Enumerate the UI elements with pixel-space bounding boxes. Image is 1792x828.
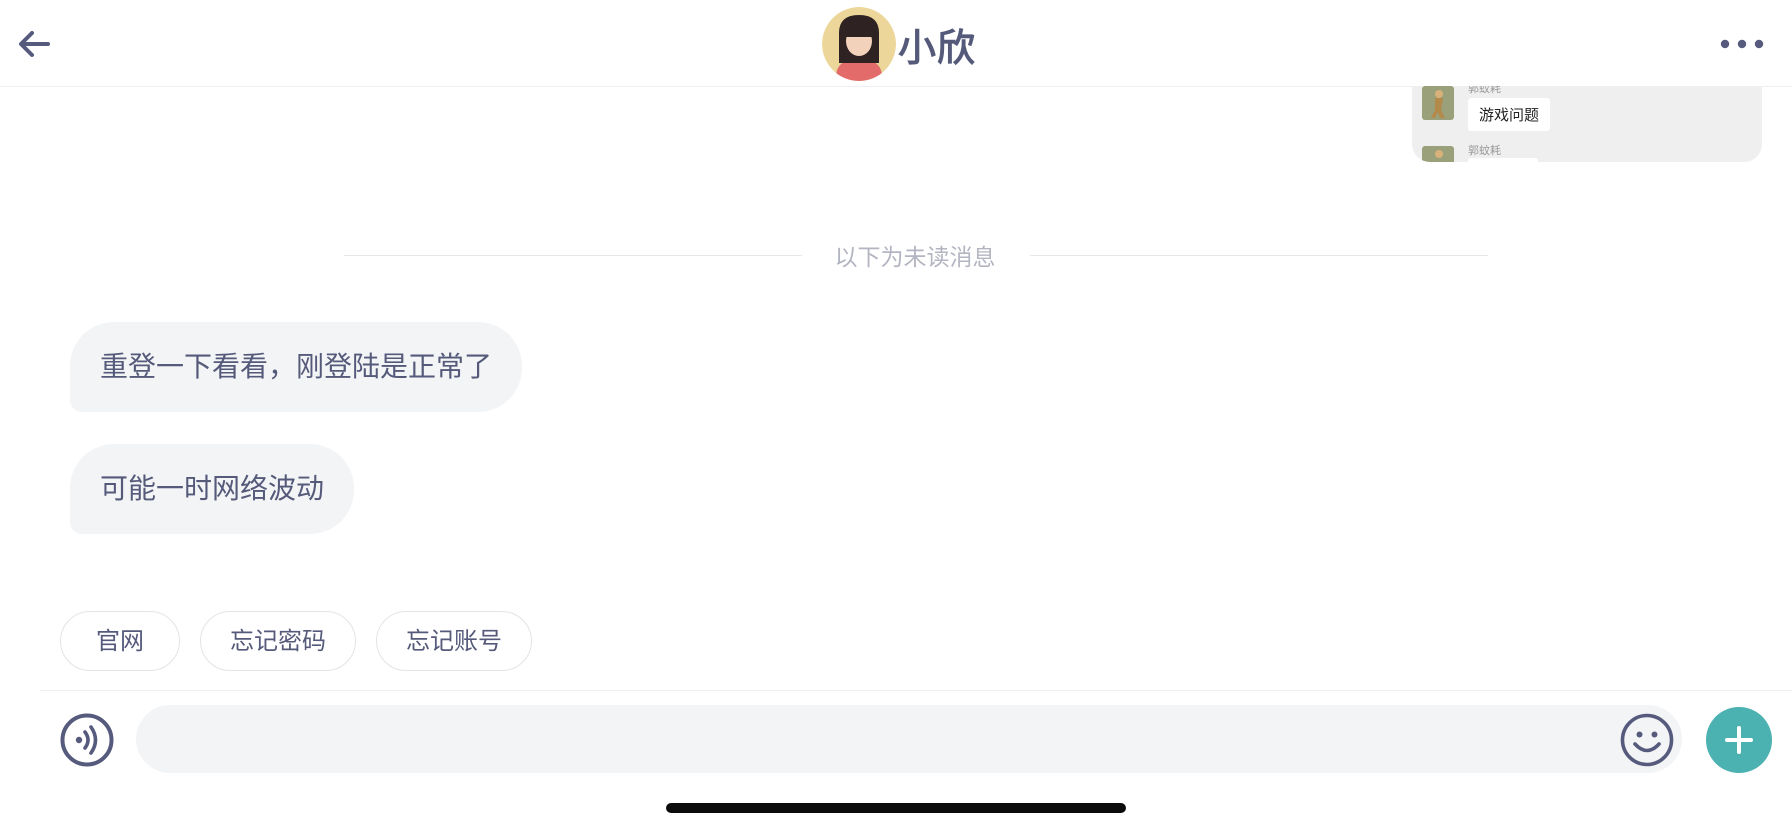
- received-message[interactable]: 可能一时网络波动: [70, 444, 355, 534]
- forwarded-message: [1468, 158, 1538, 162]
- forwarded-row: [1422, 146, 1454, 162]
- quick-reply-forgot-account[interactable]: 忘记账号: [376, 611, 532, 671]
- smiley-icon: [1620, 713, 1674, 767]
- plus-icon: [1725, 726, 1753, 754]
- sender-avatar: [1422, 146, 1454, 162]
- back-button[interactable]: [14, 24, 54, 64]
- quick-reply-forgot-password[interactable]: 忘记密码: [200, 611, 356, 671]
- divider-line-left: [344, 255, 802, 256]
- figure-avatar-icon: [1422, 86, 1454, 120]
- forwarded-sender: 郭蚊耗: [1468, 86, 1501, 95]
- chat-title: 小欣: [822, 6, 976, 82]
- arrow-left-icon: [19, 31, 50, 57]
- voice-icon: [60, 713, 114, 767]
- voice-input-button[interactable]: [60, 713, 114, 767]
- forwarded-row: [1422, 86, 1454, 120]
- unread-divider-label: 以下为未读消息: [834, 245, 996, 271]
- more-dots-icon: [1720, 39, 1764, 49]
- chat-header: 小欣: [0, 0, 1792, 87]
- message-input[interactable]: [136, 705, 1682, 773]
- forwarded-sender: 郭蚊耗: [1468, 144, 1501, 157]
- quick-reply-official-site[interactable]: 官网: [60, 611, 180, 671]
- received-message[interactable]: 重登一下看看，刚登陆是正常了: [70, 322, 523, 412]
- forwarded-message: 游戏问题: [1468, 98, 1551, 131]
- home-indicator: [666, 803, 1126, 813]
- contact-avatar[interactable]: [822, 7, 896, 81]
- figure-avatar-icon: [1422, 146, 1454, 162]
- sender-avatar: [1422, 86, 1454, 120]
- divider-line-right: [1030, 255, 1488, 256]
- girl-avatar-icon: [822, 7, 896, 81]
- input-separator: [40, 690, 1792, 691]
- emoji-button[interactable]: [1620, 713, 1674, 767]
- more-actions-button[interactable]: [1706, 707, 1772, 773]
- more-options-button[interactable]: [1718, 30, 1766, 58]
- forwarded-chat-card[interactable]: 郭蚊耗 游戏问题 郭蚊耗: [1412, 86, 1762, 162]
- contact-name: 小欣: [898, 25, 977, 70]
